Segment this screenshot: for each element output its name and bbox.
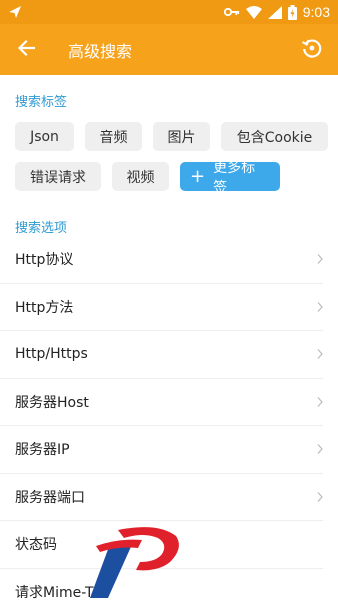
status-bar: 9:03 (0, 0, 338, 24)
more-tags-label: 更多标签 (213, 157, 266, 197)
chevron-right-icon (317, 487, 323, 506)
option-http-https[interactable]: Http/Https (0, 331, 323, 379)
option-server-host[interactable]: 服务器Host (0, 379, 323, 427)
wifi-icon (246, 6, 262, 19)
tag-chip-cookie[interactable]: 包含Cookie (221, 122, 328, 151)
tags-row-2: 错误请求 视频 + 更多标签 (15, 162, 280, 191)
back-button[interactable] (0, 24, 52, 75)
send-icon (8, 5, 22, 19)
chevron-right-icon (317, 250, 323, 269)
chevron-right-icon (317, 440, 323, 459)
chevron-right-icon (317, 392, 323, 411)
tags-row-1: Json 音频 图片 包含Cookie (15, 122, 328, 151)
list-item-label: Http方法 (15, 297, 73, 317)
tags-section-title: 搜索标签 (15, 91, 67, 110)
tag-chip-video[interactable]: 视频 (112, 162, 169, 191)
watermark-logo (88, 518, 188, 600)
list-item-label: 服务器IP (15, 439, 70, 459)
plus-icon: + (190, 168, 205, 186)
app-bar: 高级搜索 (0, 24, 338, 75)
key-icon (224, 6, 240, 18)
chevron-right-icon (317, 297, 323, 316)
list-item-label: Http协议 (15, 249, 73, 269)
tag-chip-image[interactable]: 图片 (153, 122, 210, 151)
tag-chip-json[interactable]: Json (15, 122, 74, 151)
list-item-label: 请求Mime-T (15, 582, 94, 602)
list-item-label: 服务器Host (15, 392, 89, 412)
option-server-ip[interactable]: 服务器IP (0, 426, 323, 474)
reset-button[interactable] (286, 24, 338, 75)
page-title: 高级搜索 (68, 38, 132, 62)
list-item-label: 服务器端口 (15, 487, 85, 507)
arrow-left-icon (17, 39, 35, 61)
option-http-method[interactable]: Http方法 (0, 284, 323, 332)
option-http-protocol[interactable]: Http协议 (0, 236, 323, 284)
history-icon (301, 37, 323, 63)
signal-icon (268, 6, 282, 19)
list-item-label: 状态码 (15, 534, 57, 554)
option-server-port[interactable]: 服务器端口 (0, 474, 323, 522)
options-section-title: 搜索选项 (15, 217, 67, 236)
tag-chip-error-request[interactable]: 错误请求 (15, 162, 101, 191)
tag-chip-audio[interactable]: 音频 (85, 122, 142, 151)
more-tags-button[interactable]: + 更多标签 (180, 162, 280, 191)
battery-icon (288, 5, 297, 20)
status-time: 9:03 (303, 4, 330, 20)
list-item-label: Http/Https (15, 346, 88, 362)
chevron-right-icon (317, 345, 323, 364)
